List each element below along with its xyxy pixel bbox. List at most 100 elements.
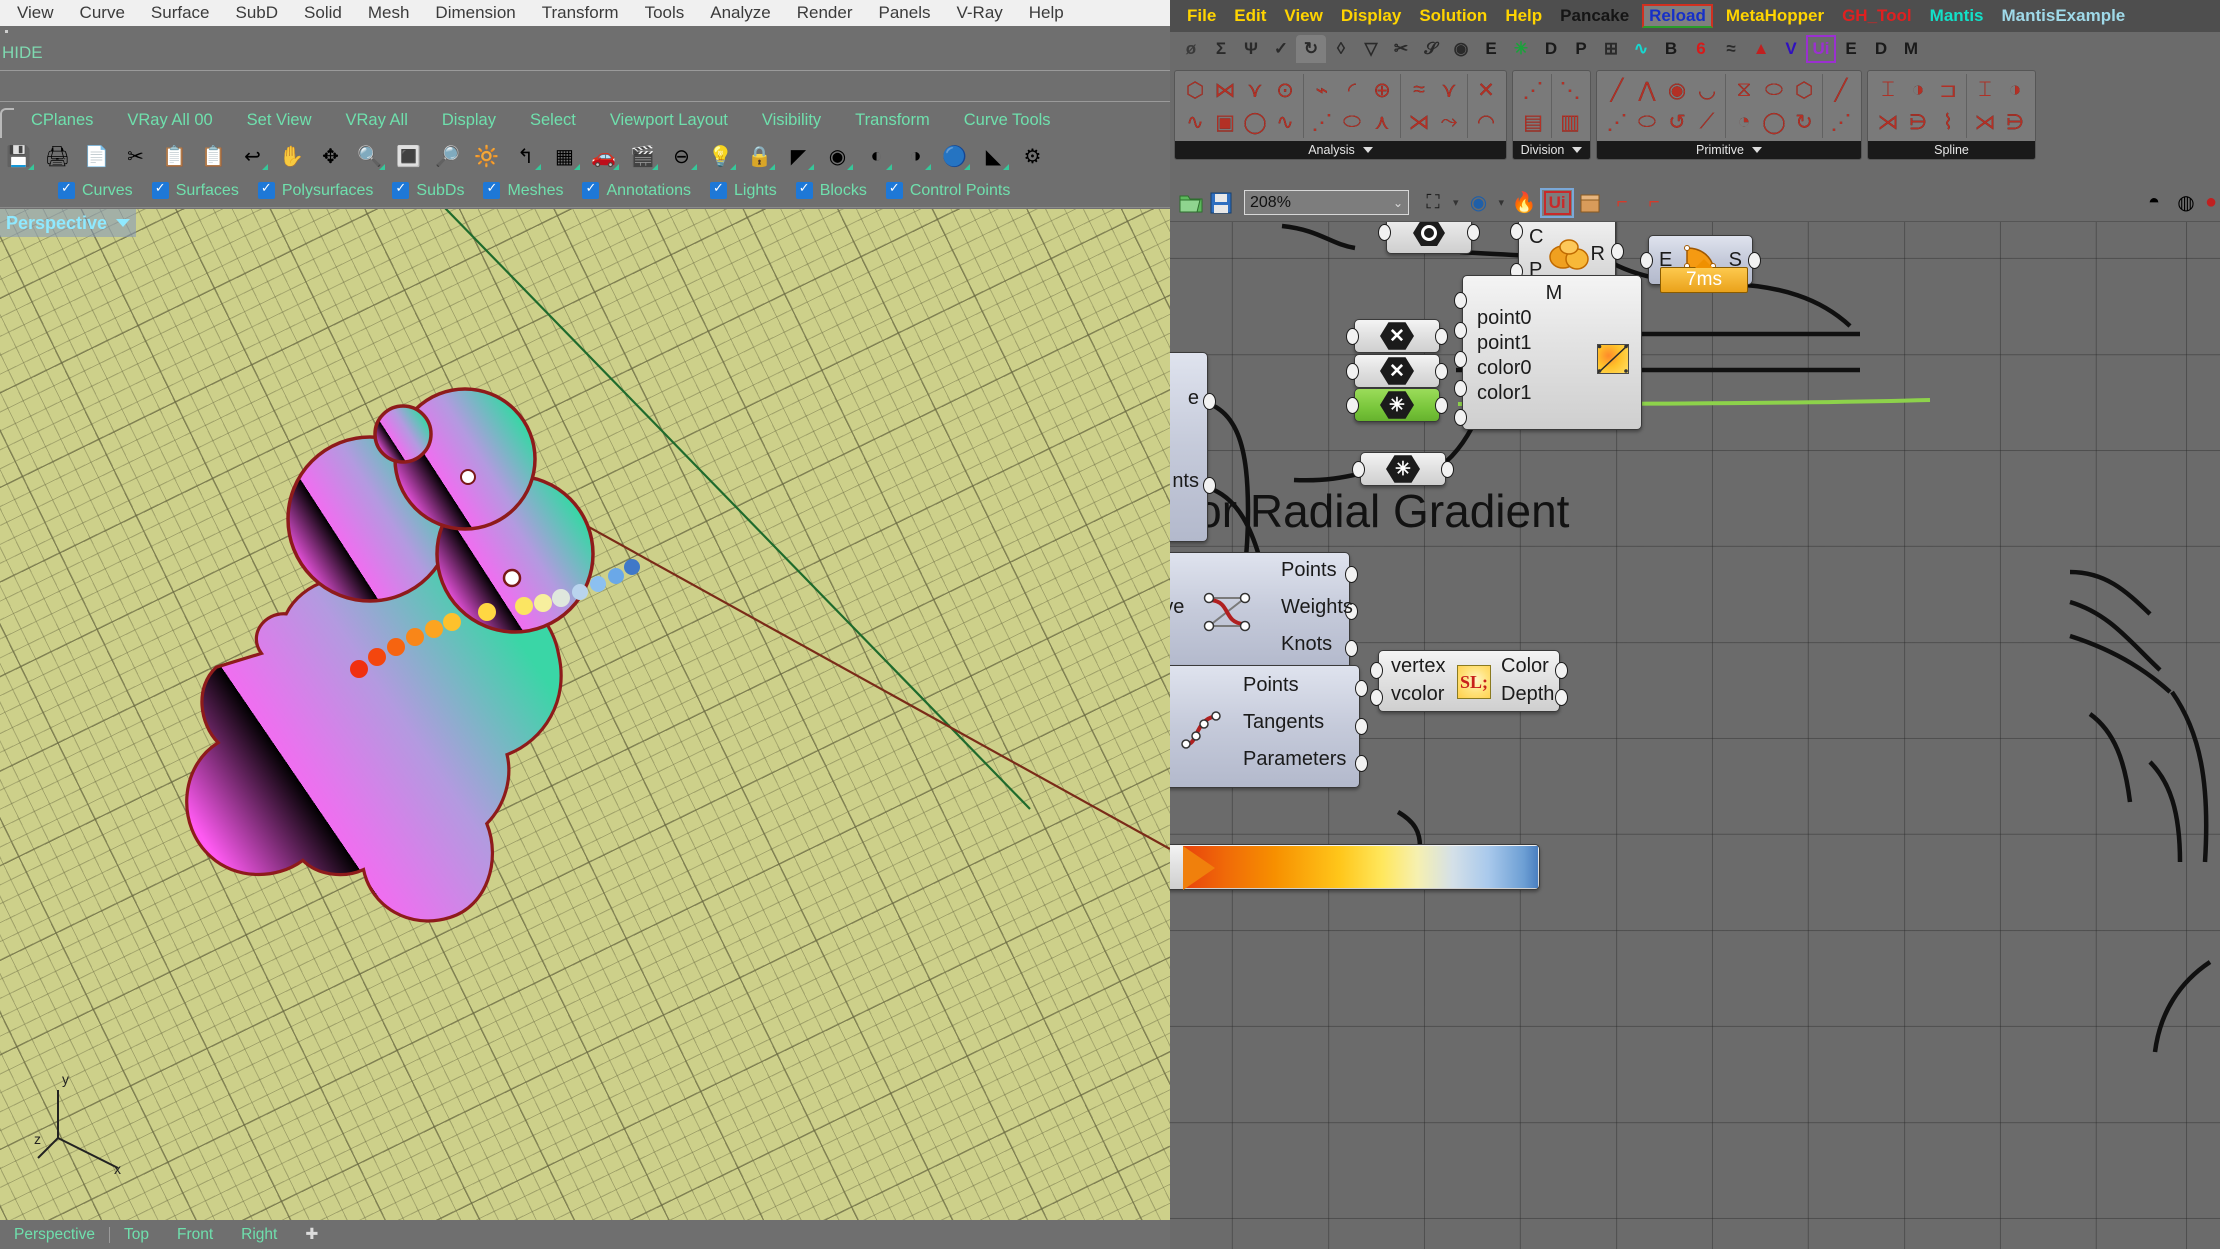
ribbon-component-icon[interactable]: ⌁ bbox=[1307, 74, 1337, 106]
output-port-parameters[interactable] bbox=[1355, 755, 1368, 772]
checkbox-icon[interactable] bbox=[58, 180, 75, 199]
flyout-arrow-icon[interactable] bbox=[262, 164, 268, 170]
filter-surfaces[interactable]: Surfaces bbox=[151, 180, 239, 200]
bake-icon[interactable]: 🔥 bbox=[1508, 189, 1540, 217]
output-port[interactable] bbox=[1435, 397, 1448, 414]
gh-menu-gh-tool[interactable]: GH_Tool bbox=[1833, 6, 1921, 26]
node-multiply-1[interactable]: ✕ bbox=[1346, 319, 1448, 353]
flyout-arrow-icon[interactable] bbox=[652, 164, 658, 170]
flyout-arrow-icon[interactable] bbox=[379, 164, 385, 170]
viewport-tab-right[interactable]: Right bbox=[227, 1226, 291, 1244]
rhino-menu-view[interactable]: View bbox=[4, 3, 67, 23]
ribbon-component-icon[interactable]: ◑ bbox=[1903, 74, 1933, 106]
gh-plugin-icon-2[interactable]: Ψ bbox=[1236, 35, 1266, 63]
node-star[interactable]: ✳ bbox=[1352, 452, 1454, 486]
flyout-arrow-icon[interactable] bbox=[886, 164, 892, 170]
input-port-point1[interactable] bbox=[1454, 351, 1467, 368]
color-wheel-icon[interactable]: ◉ bbox=[819, 140, 856, 172]
gh-plugin-icon-0[interactable]: ø bbox=[1176, 35, 1206, 63]
ui-icon[interactable]: Ui bbox=[1540, 187, 1575, 218]
ribbon-component-icon[interactable]: ⋀ bbox=[1632, 74, 1662, 106]
ribbon-component-icon[interactable]: ⋏ bbox=[1367, 106, 1397, 138]
viewport-tab-bar[interactable]: Perspective Top Front Right ✚ bbox=[0, 1220, 1170, 1249]
ribbon-component-icon[interactable]: ✕ bbox=[1471, 74, 1501, 106]
node-shader-sl[interactable]: vertex vcolor SL; Color Depth bbox=[1370, 650, 1568, 712]
gh-menu-view[interactable]: View bbox=[1275, 6, 1331, 26]
node-multiply-2[interactable]: ✕ bbox=[1346, 354, 1448, 388]
checkbox-icon[interactable] bbox=[483, 180, 501, 199]
ribbon-component-icon[interactable]: ⋰ bbox=[1602, 106, 1632, 138]
flyout-arrow-icon[interactable] bbox=[808, 164, 814, 170]
add-viewport-tab-button[interactable]: ✚ bbox=[291, 1225, 332, 1244]
viewport-label[interactable]: Perspective bbox=[0, 209, 137, 237]
filter-blocks[interactable]: Blocks bbox=[795, 180, 867, 200]
filter-lights[interactable]: Lights bbox=[710, 180, 777, 200]
wire-display-icon[interactable]: ⌐ bbox=[1606, 189, 1638, 217]
zoom-extents-icon[interactable]: ⛶ bbox=[1417, 189, 1449, 217]
rhino-tab-transform[interactable]: Transform bbox=[838, 111, 947, 130]
input-port-e[interactable] bbox=[1640, 252, 1653, 269]
node-star-selected[interactable]: ✳ bbox=[1346, 388, 1448, 422]
rhino-toolbar[interactable]: 💾 🖨 📄 ✂ 📋 📋 ↩ ✋ ✥ 🔍 🔳 🔎 🔆 ↰ ▦ 🚗 🎬 ⊖ 💡 🔒 ◤ ◉ ◐ ◑ 🔵 ◣ ⚙ bbox=[0, 138, 1170, 174]
copy-icon[interactable]: 📋 bbox=[156, 140, 193, 172]
gh-menu-pancake[interactable]: Pancake bbox=[1551, 6, 1638, 26]
ribbon-group-label[interactable]: Division bbox=[1513, 141, 1590, 159]
gh-plugin-icon-3[interactable]: ✓ bbox=[1266, 35, 1296, 63]
output-port-e[interactable] bbox=[1203, 393, 1216, 410]
flyout-arrow-icon[interactable] bbox=[730, 164, 736, 170]
filter-polysurfaces[interactable]: Polysurfaces bbox=[257, 180, 373, 200]
gh-plugin-icon-13[interactable]: P bbox=[1566, 35, 1596, 63]
gh-menu-edit[interactable]: Edit bbox=[1225, 6, 1275, 26]
checkbox-icon[interactable] bbox=[582, 180, 600, 199]
input-port-m[interactable] bbox=[1454, 292, 1467, 309]
ribbon-component-icon[interactable]: ⋊ bbox=[1970, 106, 2000, 138]
flyout-arrow-icon[interactable] bbox=[28, 164, 34, 170]
ribbon-component-icon[interactable]: ◜ bbox=[1337, 74, 1367, 106]
package-icon[interactable] bbox=[1574, 189, 1606, 217]
gh-plugin-icon-20[interactable]: V bbox=[1776, 35, 1806, 63]
gh-plugin-icon-8[interactable]: 𝒮 bbox=[1416, 35, 1446, 63]
ribbon-component-icon[interactable]: ⧖ bbox=[1729, 74, 1759, 106]
zoom-selected-icon[interactable]: 🔎 bbox=[429, 140, 466, 172]
ribbon-component-icon[interactable]: ▣ bbox=[1210, 106, 1240, 138]
rhino-tab-vray-all[interactable]: VRay All bbox=[329, 111, 425, 130]
rhino-menu-dimension[interactable]: Dimension bbox=[422, 3, 528, 23]
gh-menu-solution[interactable]: Solution bbox=[1410, 6, 1496, 26]
gh-plugin-icon-10[interactable]: E bbox=[1476, 35, 1506, 63]
output-port-depth[interactable] bbox=[1555, 689, 1568, 706]
grasshopper-plugin-iconbar[interactable]: ø Σ Ψ ✓ ↻ ◊ ▽ ✂ 𝒮 ◉ E ✳ D P ⊞ ∿ B 6 ≈ ▲ V Ui E D M bbox=[1170, 32, 2220, 66]
ribbon-component-icon[interactable]: ⌶ bbox=[1970, 74, 2000, 106]
viewport-tab-front[interactable]: Front bbox=[163, 1226, 227, 1244]
viewport-layout-icon[interactable]: ▦ bbox=[546, 140, 583, 172]
input-port[interactable] bbox=[1352, 461, 1365, 478]
filter-control-points[interactable]: Control Points bbox=[885, 180, 1010, 200]
flyout-arrow-icon[interactable] bbox=[847, 164, 853, 170]
command-prompt-input[interactable] bbox=[0, 70, 1170, 102]
zoom-previous-icon[interactable]: ↰ bbox=[507, 140, 544, 172]
node-partial-left[interactable]: e nts bbox=[1170, 352, 1216, 542]
gh-menu-help[interactable]: Help bbox=[1496, 6, 1551, 26]
chevron-down-icon[interactable] bbox=[1751, 147, 1762, 153]
wire-display-2-icon[interactable]: ⌐ bbox=[1638, 189, 1670, 217]
ribbon-group-label[interactable]: Primitive bbox=[1597, 141, 1861, 159]
undo-icon[interactable]: ↩ bbox=[234, 140, 271, 172]
preview-icon[interactable]: ◉ bbox=[1463, 189, 1495, 217]
grasshopper-canvas[interactable]: C P R 10ms E bbox=[1170, 222, 2220, 1249]
ribbon-component-icon[interactable]: ╱ bbox=[1826, 74, 1856, 106]
rhino-viewport[interactable]: Perspective y z x bbox=[0, 209, 1170, 1220]
ribbon-component-icon[interactable]: ⋊ bbox=[1873, 106, 1903, 138]
rhino-tab-select[interactable]: Select bbox=[513, 111, 593, 130]
ribbon-component-icon[interactable]: ◑ bbox=[2000, 74, 2030, 106]
gh-menu-metahopper[interactable]: MetaHopper bbox=[1717, 6, 1833, 26]
ribbon-component-icon[interactable]: ▥ bbox=[1555, 106, 1585, 138]
viewport-tab-top[interactable]: Top bbox=[110, 1226, 163, 1244]
paste-icon[interactable]: 📋 bbox=[195, 140, 232, 172]
rhino-tab-vray-all-00[interactable]: VRay All 00 bbox=[110, 111, 229, 130]
ribbon-component-icon[interactable]: ⋱ bbox=[1555, 74, 1585, 106]
gh-plugin-icon-24[interactable]: M bbox=[1896, 35, 1926, 63]
ribbon-component-icon[interactable]: ⋊ bbox=[1404, 106, 1434, 138]
gh-plugin-icon-21[interactable]: Ui bbox=[1806, 35, 1836, 63]
sphere-icon[interactable]: 🔵 bbox=[936, 140, 973, 172]
output-port[interactable] bbox=[1467, 224, 1480, 241]
cluster-icon[interactable]: ◓ bbox=[2138, 189, 2170, 217]
